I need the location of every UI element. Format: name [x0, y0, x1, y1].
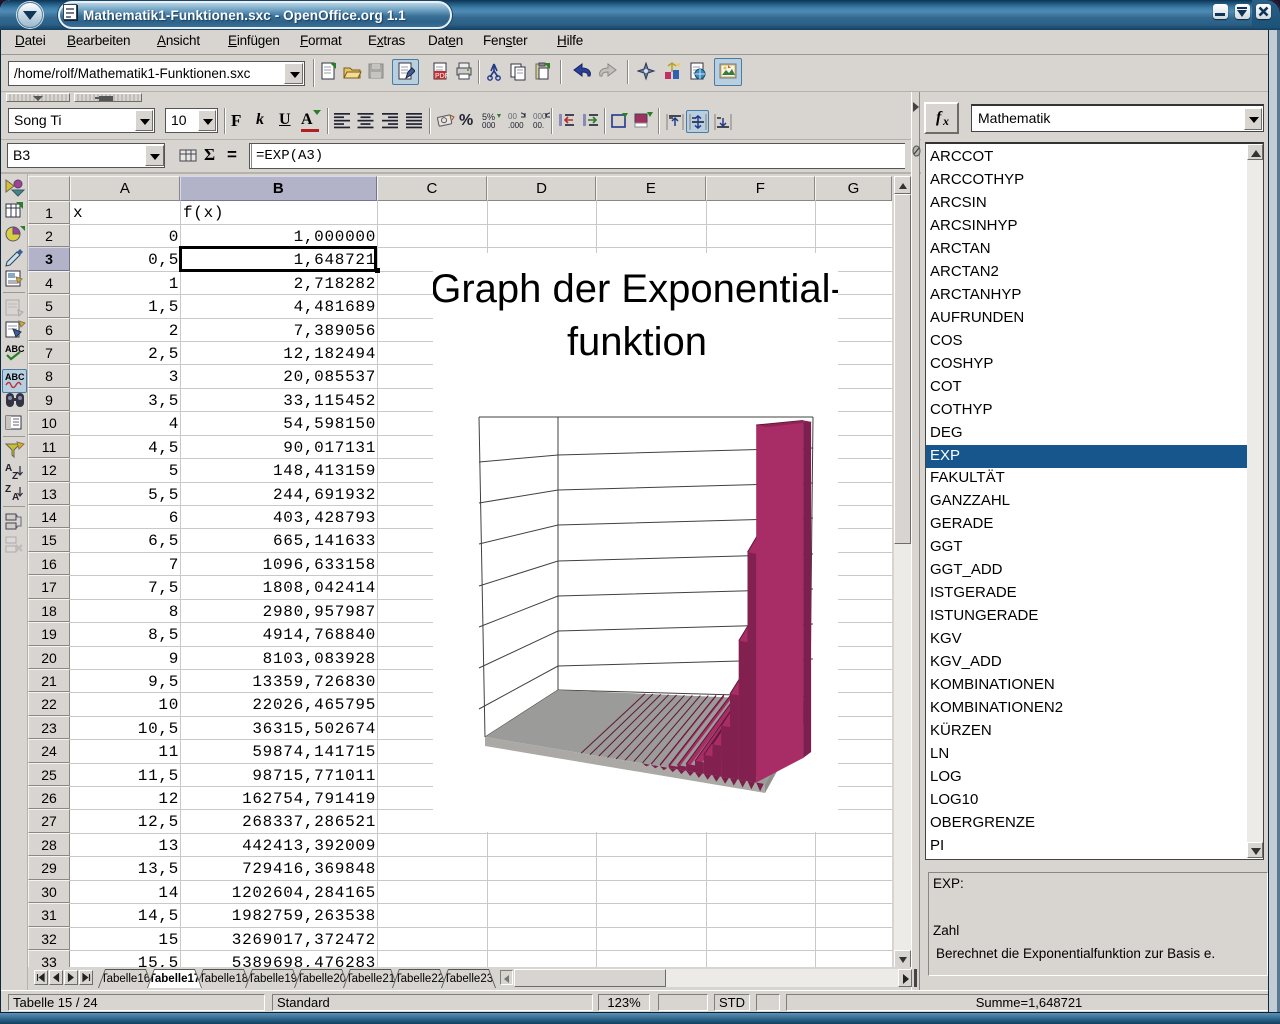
- svg-text:Z: Z: [12, 471, 18, 482]
- svg-text:00: 00: [508, 112, 517, 121]
- svg-text:ABC: ABC: [5, 344, 25, 354]
- svg-text:PDF: PDF: [435, 73, 449, 80]
- svg-text:000: 000: [533, 112, 547, 121]
- svg-text:Z: Z: [5, 484, 11, 495]
- svg-text:.000: .000: [508, 121, 524, 130]
- svg-text:00.: 00.: [533, 121, 544, 130]
- svg-text:000: 000: [482, 121, 496, 130]
- svg-text:Graph der Exponential-: Graph der Exponential-: [433, 267, 838, 311]
- svg-text:ABC: ABC: [5, 372, 25, 382]
- svg-text:funktion: funktion: [567, 320, 707, 364]
